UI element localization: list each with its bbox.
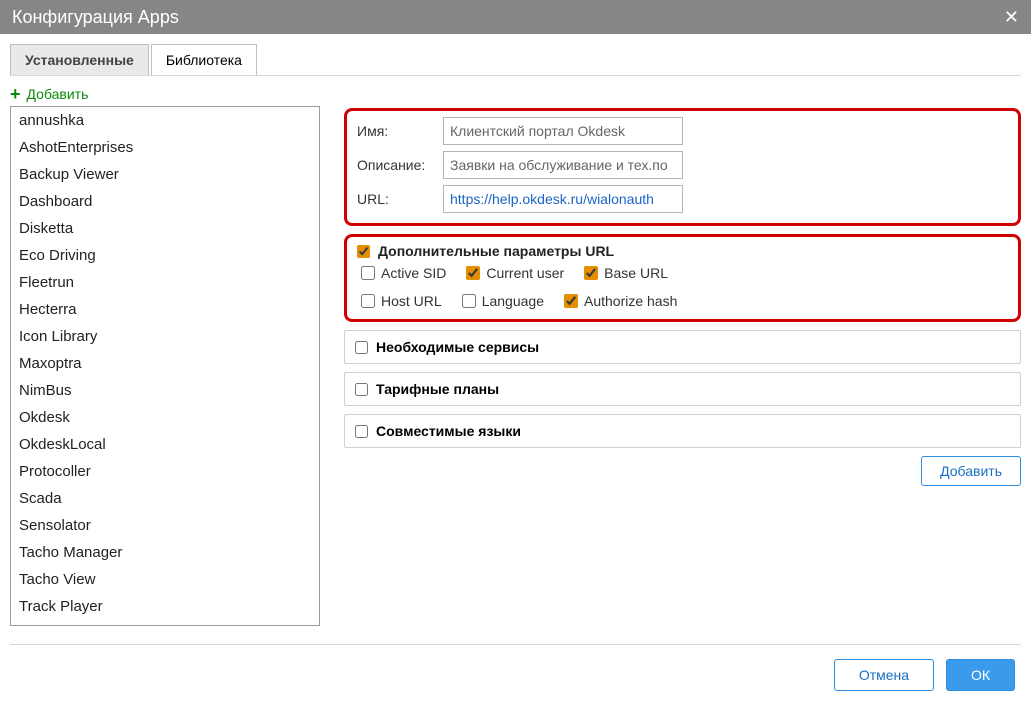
chk-base-url[interactable] — [584, 266, 598, 280]
url-params-highlight-box: Дополнительные параметры URL Active SID … — [344, 234, 1021, 322]
dialog-footer: Отмена ОК — [10, 644, 1021, 691]
list-item[interactable]: Icon Library — [11, 323, 319, 350]
desc-label: Описание: — [357, 157, 443, 173]
chk-host-url[interactable] — [361, 294, 375, 308]
chk-language-label: Language — [482, 293, 544, 309]
languages-label: Совместимые языки — [376, 423, 521, 439]
name-input[interactable] — [443, 117, 683, 145]
list-item[interactable]: Maxoptra — [11, 350, 319, 377]
list-item[interactable]: AshotEnterprises — [11, 134, 319, 161]
list-item[interactable]: NimBus — [11, 377, 319, 404]
url-label: URL: — [357, 191, 443, 207]
chk-auth-hash[interactable] — [564, 294, 578, 308]
window-title: Конфигурация Apps — [12, 7, 179, 28]
list-item[interactable]: Tacho View — [11, 566, 319, 593]
list-item[interactable]: WiaChat — [11, 620, 319, 626]
url-input[interactable] — [443, 185, 683, 213]
add-app-link[interactable]: + Добавить — [10, 86, 1021, 102]
list-item[interactable]: Eco Driving — [11, 242, 319, 269]
form-highlight-box: Имя: Описание: URL: — [344, 108, 1021, 226]
list-item[interactable]: Track Player — [11, 593, 319, 620]
chk-auth-hash-label: Authorize hash — [584, 293, 677, 309]
tabs: Установленные Библиотека — [10, 44, 1021, 76]
plus-icon: + — [10, 87, 21, 101]
list-item[interactable]: Fleetrun — [11, 269, 319, 296]
list-item[interactable]: Scada — [11, 485, 319, 512]
chk-language[interactable] — [462, 294, 476, 308]
list-item[interactable]: Tacho Manager — [11, 539, 319, 566]
add-label: Добавить — [27, 86, 89, 102]
languages-section[interactable]: Совместимые языки — [344, 414, 1021, 448]
desc-input[interactable] — [443, 151, 683, 179]
close-icon[interactable]: ✕ — [1004, 7, 1019, 28]
chk-current-user-label: Current user — [486, 265, 564, 281]
add-button[interactable]: Добавить — [921, 456, 1021, 486]
list-item[interactable]: Protocoller — [11, 458, 319, 485]
chk-base-url-label: Base URL — [604, 265, 668, 281]
tab-installed[interactable]: Установленные — [10, 44, 149, 75]
chk-active-sid-label: Active SID — [381, 265, 446, 281]
chk-current-user[interactable] — [466, 266, 480, 280]
list-item[interactable]: Dashboard — [11, 188, 319, 215]
services-toggle[interactable] — [355, 341, 368, 354]
plans-label: Тарифные планы — [376, 381, 499, 397]
list-item[interactable]: annushka — [11, 107, 319, 134]
name-label: Имя: — [357, 123, 443, 139]
list-item[interactable]: OkdeskLocal — [11, 431, 319, 458]
ok-button[interactable]: ОК — [946, 659, 1015, 691]
list-item[interactable]: Sensolator — [11, 512, 319, 539]
cancel-button[interactable]: Отмена — [834, 659, 934, 691]
plans-toggle[interactable] — [355, 383, 368, 396]
services-label: Необходимые сервисы — [376, 339, 539, 355]
list-item[interactable]: Disketta — [11, 215, 319, 242]
services-section[interactable]: Необходимые сервисы — [344, 330, 1021, 364]
list-item[interactable]: Hecterra — [11, 296, 319, 323]
app-list[interactable]: annushkaAshotEnterprisesBackup ViewerDas… — [10, 106, 320, 626]
chk-active-sid[interactable] — [361, 266, 375, 280]
list-item[interactable]: Backup Viewer — [11, 161, 319, 188]
languages-toggle[interactable] — [355, 425, 368, 438]
url-params-header: Дополнительные параметры URL — [378, 243, 614, 259]
title-bar: Конфигурация Apps ✕ — [0, 0, 1031, 34]
tab-library[interactable]: Библиотека — [151, 44, 257, 75]
list-item[interactable]: Okdesk — [11, 404, 319, 431]
plans-section[interactable]: Тарифные планы — [344, 372, 1021, 406]
chk-host-url-label: Host URL — [381, 293, 442, 309]
url-params-toggle[interactable] — [357, 245, 370, 258]
